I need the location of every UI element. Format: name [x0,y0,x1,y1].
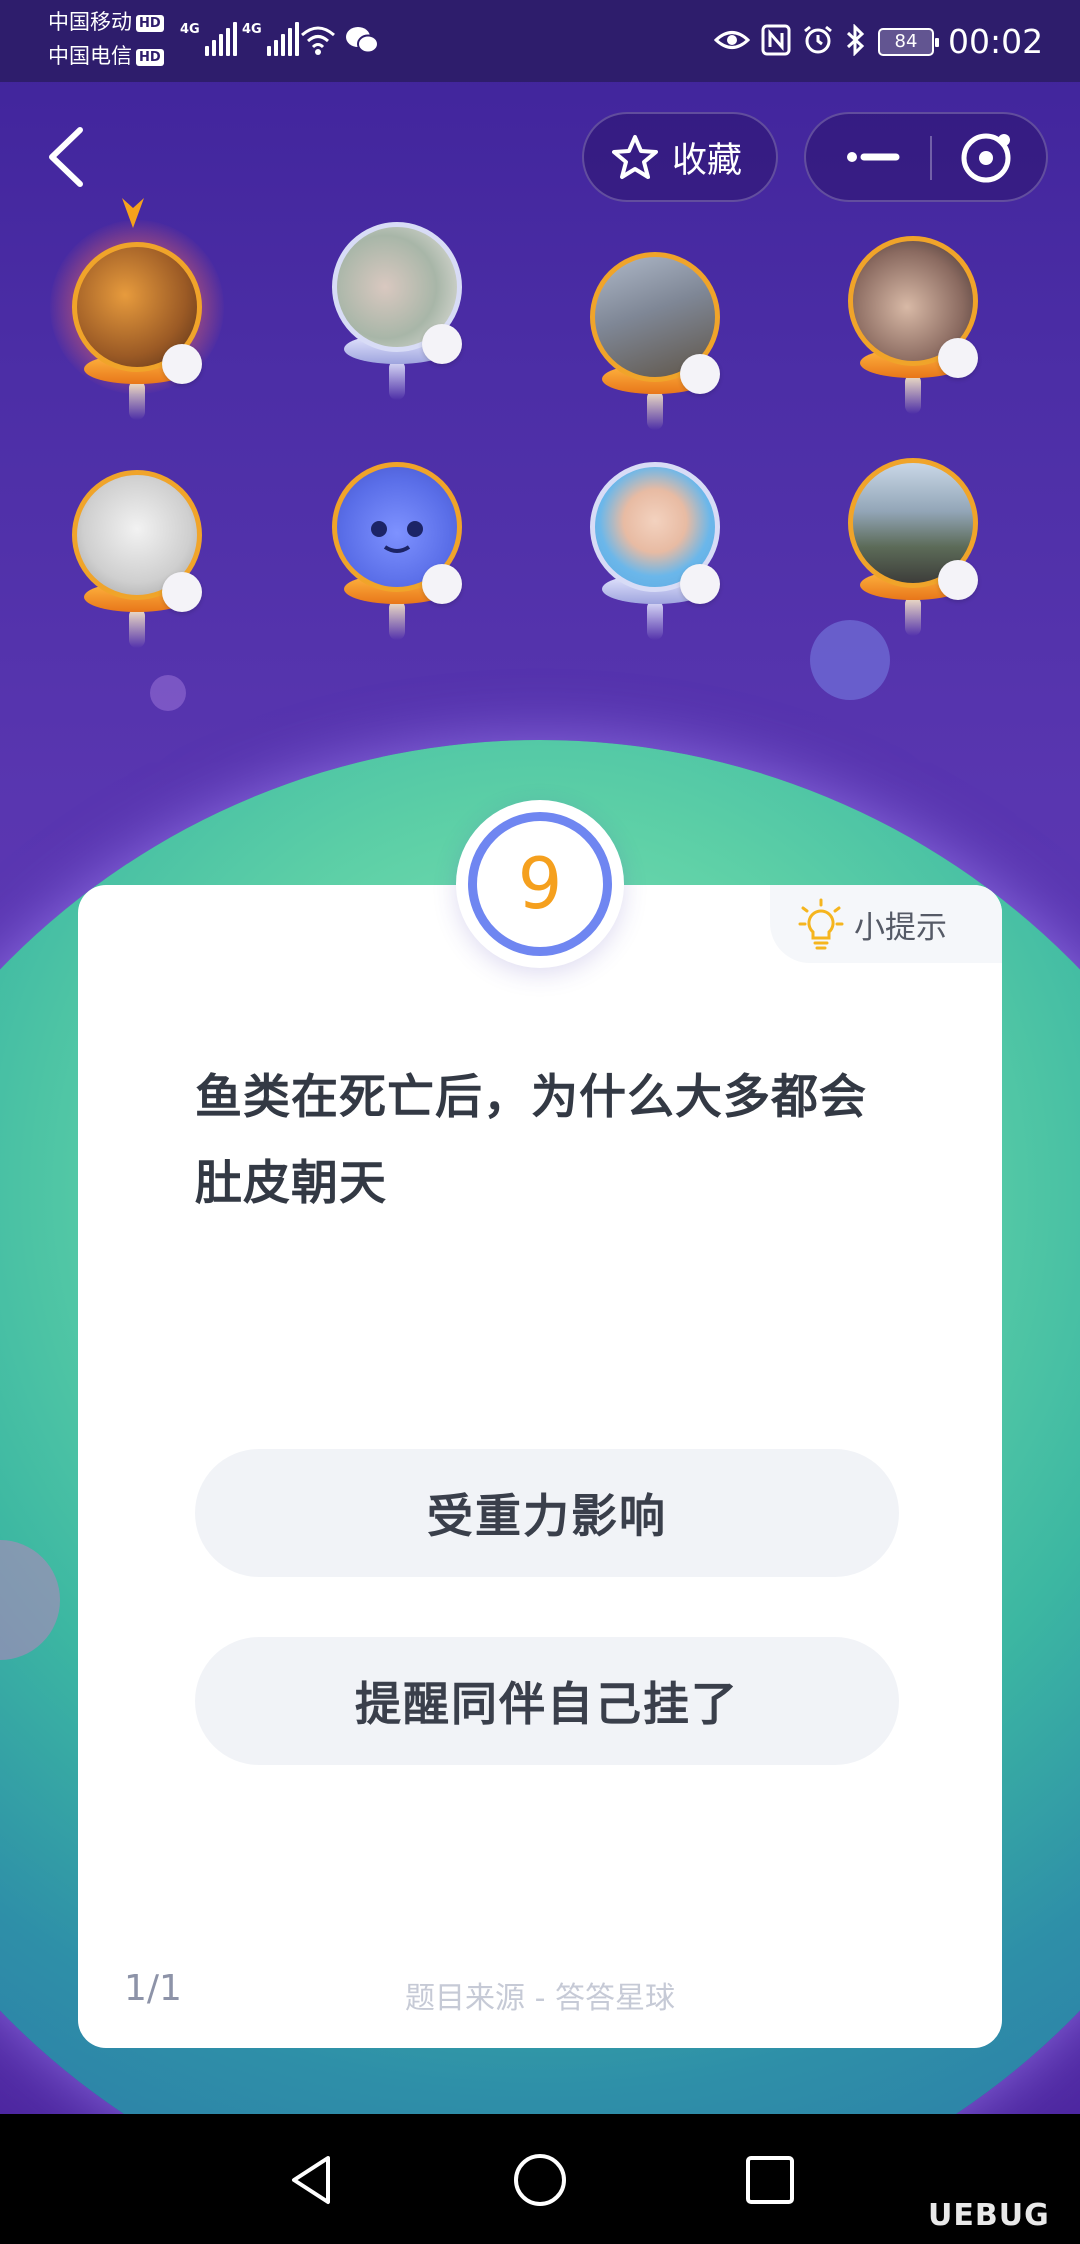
more-icon[interactable] [844,142,904,172]
nav-home-icon[interactable] [512,2152,568,2208]
status-dot [938,560,978,600]
answer-option-2[interactable]: 提醒同伴自己挂了 [195,1637,899,1765]
carrier-1: 中国移动 HD [48,10,164,34]
clock: 00:02 [948,22,1044,61]
status-dot [680,564,720,604]
question-card: 小提示 9 鱼类在死亡后，为什么大多都会肚皮朝天 受重力影响 提醒同伴自己挂了 … [78,800,1002,2048]
status-dot [938,338,978,378]
status-dot [422,564,462,604]
player-avatar[interactable] [848,458,978,648]
wechat-icon [342,18,382,62]
player-avatar[interactable] [72,470,202,660]
capsule-divider [930,136,932,180]
star-icon [612,135,658,179]
player-avatar[interactable] [50,220,224,432]
question-source: 题目来源 - 答答星球 [405,1981,675,2016]
chevron-left-icon [49,127,83,187]
question-number-badge: 9 [456,800,624,968]
question-number: 9 [468,812,612,956]
bluetooth-icon [836,18,876,62]
status-dot [422,324,462,364]
status-dot [162,572,202,612]
player-avatar[interactable] [848,236,978,426]
nav-recents-icon[interactable] [742,2152,798,2208]
signal-icon: 4G [180,22,237,56]
system-nav-bar [0,2114,1080,2244]
signal-icon-2: 4G [242,22,299,56]
alarm-icon [798,18,838,62]
favorite-button[interactable]: 收藏 [582,112,778,202]
quiz-screen: 中国移动 HD 中国电信 HD 4G 4G 84 00:02 收藏 小提示 9 … [0,0,1080,2114]
answer-option-1[interactable]: 受重力影响 [195,1449,899,1577]
status-bar: 中国移动 HD 中国电信 HD 4G 4G 84 00:02 [0,0,1080,82]
eye-comfort-icon [712,18,752,62]
back-button[interactable] [42,124,92,190]
question-text: 鱼类在死亡后，为什么大多都会肚皮朝天 [195,1070,867,1211]
capsule-menu [804,112,1048,202]
status-dot [162,344,202,384]
nfc-icon [756,18,796,62]
nav-back-icon[interactable] [284,2152,340,2208]
current-player-marker-icon [122,198,144,228]
decor-bubble [150,675,186,711]
status-dot [680,354,720,394]
hint-button[interactable]: 小提示 [770,885,1002,963]
watermark: UEBUG [928,2198,1050,2233]
close-icon[interactable] [958,130,1014,186]
carrier-2: 中国电信 HD [48,44,164,68]
battery-indicator: 84 [878,28,939,56]
lightbulb-icon [798,898,844,950]
player-avatar[interactable] [590,462,720,652]
favorite-label: 收藏 [672,140,743,181]
hint-label: 小提示 [854,909,947,946]
player-avatar[interactable] [332,222,462,412]
player-avatar[interactable] [590,252,720,442]
player-avatar[interactable] [332,462,462,652]
wifi-icon [298,18,338,62]
